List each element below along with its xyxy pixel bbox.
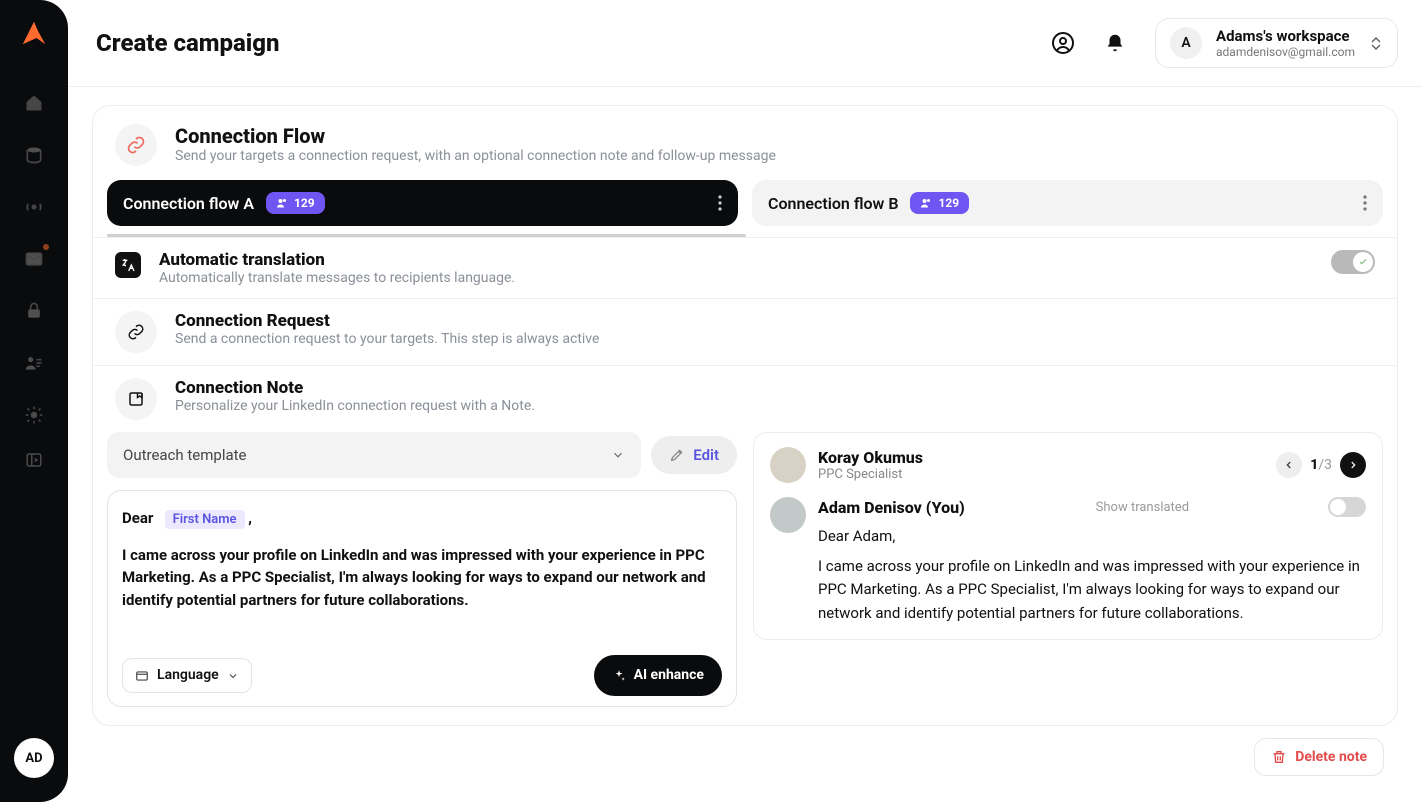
flow-subtitle: Send your targets a connection request, …	[175, 148, 776, 164]
link-icon	[115, 124, 157, 166]
sidebar-expand-icon[interactable]	[24, 450, 44, 470]
show-translated-toggle[interactable]	[1328, 497, 1366, 517]
chevron-down-icon	[611, 448, 625, 462]
pager-next-button[interactable]	[1340, 452, 1366, 478]
delete-note-button[interactable]: Delete note	[1254, 738, 1384, 776]
workspace-avatar: A	[1170, 27, 1202, 59]
globe-icon	[135, 669, 149, 683]
tab-connection-flow-a[interactable]: Connection flow A 129	[107, 180, 738, 226]
trash-icon	[1271, 749, 1287, 765]
nav-lock[interactable]	[17, 294, 51, 328]
note-editor[interactable]: Dear First Name , I came across your pro…	[107, 490, 737, 707]
greeting-prefix: Dear	[122, 509, 153, 527]
flow-card: Connection Flow Send your targets a conn…	[92, 105, 1398, 726]
template-select[interactable]: Outreach template	[107, 432, 641, 478]
nav-home[interactable]	[17, 86, 51, 120]
connection-note-row: Connection Note Personalize your LinkedI…	[93, 365, 1397, 432]
link-icon	[115, 311, 157, 353]
variable-chip-firstname[interactable]: First Name	[165, 510, 245, 529]
delete-note-label: Delete note	[1295, 749, 1367, 765]
toggle-knob	[1353, 252, 1373, 272]
bell-icon[interactable]	[1103, 31, 1127, 55]
contact-avatar	[770, 447, 806, 483]
tab-count-badge: 129	[266, 192, 325, 214]
section-desc: Send a connection request to your target…	[175, 331, 599, 347]
tab-label: Connection flow A	[123, 194, 254, 213]
translate-icon	[115, 252, 141, 278]
section-title: Automatic translation	[159, 250, 515, 270]
language-select[interactable]: Language	[122, 658, 252, 693]
language-label: Language	[157, 665, 219, 686]
nav-broadcast[interactable]	[17, 190, 51, 224]
workspace-email: adamdenisov@gmail.com	[1216, 45, 1355, 59]
pager-prev-button[interactable]	[1276, 452, 1302, 478]
auto-translate-toggle[interactable]	[1331, 250, 1375, 274]
tab-menu-icon[interactable]	[718, 195, 722, 211]
sparkle-icon	[612, 669, 626, 683]
contact-role: PPC Specialist	[818, 467, 923, 482]
ai-enhance-button[interactable]: AI enhance	[594, 655, 722, 696]
workspace-name: Adams's workspace	[1216, 27, 1355, 45]
section-desc: Automatically translate messages to reci…	[159, 270, 515, 286]
author-avatar	[770, 497, 806, 533]
connection-request-row: Connection Request Send a connection req…	[93, 298, 1397, 365]
user-avatar[interactable]: AD	[14, 738, 54, 778]
pager-position: 1/3	[1310, 457, 1332, 473]
chevron-updown-icon	[1369, 37, 1383, 50]
show-translated-label: Show translated	[1096, 500, 1189, 515]
auto-translate-row: Automatic translation Automatically tran…	[93, 237, 1397, 298]
nav-inbox[interactable]	[17, 242, 51, 276]
tab-count-badge: 129	[910, 192, 969, 214]
preview-body: I came across your profile on LinkedIn a…	[818, 555, 1366, 625]
editor-body[interactable]: Dear First Name , I came across your pro…	[122, 507, 722, 637]
page-title: Create campaign	[96, 29, 280, 57]
workspace-selector[interactable]: A Adams's workspace adamdenisov@gmail.co…	[1155, 18, 1398, 68]
flow-title: Connection Flow	[175, 124, 776, 148]
main: Create campaign A Adams's workspace adam…	[68, 0, 1422, 802]
section-title: Connection Note	[175, 378, 535, 398]
edit-label: Edit	[693, 446, 719, 464]
nav-contacts[interactable]	[17, 346, 51, 380]
editor-text: I came across your profile on LinkedIn a…	[122, 546, 706, 609]
chevron-left-icon	[1284, 460, 1294, 470]
app-logo	[19, 18, 49, 48]
preview-greeting: Dear Adam,	[818, 527, 1366, 545]
pencil-icon	[669, 447, 685, 463]
contact-name: Koray Okumus	[818, 448, 923, 467]
author-name: Adam Denisov (You)	[818, 498, 965, 517]
help-icon[interactable]	[1051, 31, 1075, 55]
ai-enhance-label: AI enhance	[634, 665, 704, 686]
section-desc: Personalize your LinkedIn connection req…	[175, 398, 535, 414]
preview-panel: Koray Okumus PPC Specialist 1/3	[753, 432, 1383, 640]
nav-database[interactable]	[17, 138, 51, 172]
toggle-knob	[1330, 499, 1346, 515]
tab-menu-icon[interactable]	[1363, 195, 1367, 211]
topbar: Create campaign A Adams's workspace adam…	[68, 0, 1422, 87]
note-icon	[115, 378, 157, 420]
section-title: Connection Request	[175, 311, 599, 331]
chevron-right-icon	[1348, 460, 1358, 470]
edit-template-button[interactable]: Edit	[651, 436, 737, 474]
template-select-label: Outreach template	[123, 446, 247, 464]
sidebar: AD	[0, 0, 68, 802]
tab-label: Connection flow B	[768, 194, 898, 213]
chevron-down-icon	[227, 670, 239, 682]
nav-settings[interactable]	[17, 398, 51, 432]
notification-dot-icon	[43, 244, 49, 250]
tab-connection-flow-b[interactable]: Connection flow B 129	[752, 180, 1383, 226]
